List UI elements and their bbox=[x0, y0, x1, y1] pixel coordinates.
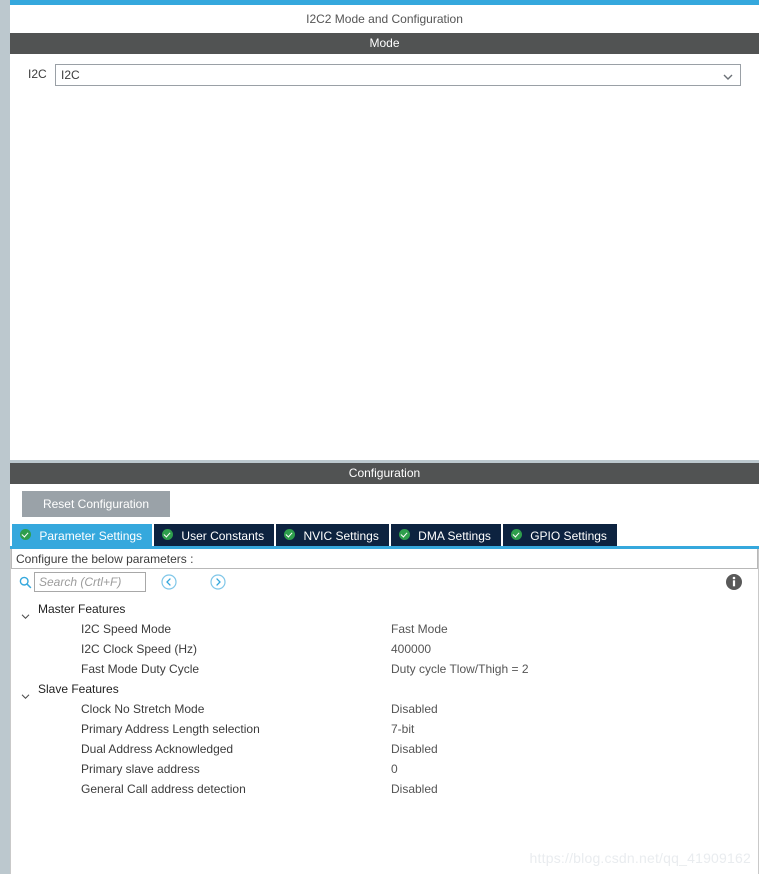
green-check-icon bbox=[162, 529, 174, 541]
search-toolbar bbox=[11, 569, 758, 597]
green-check-icon bbox=[510, 529, 522, 541]
tab-label: Parameter Settings bbox=[39, 528, 143, 543]
page-title: I2C2 Mode and Configuration bbox=[10, 5, 759, 33]
chevron-down-icon bbox=[21, 606, 30, 619]
tab-nvic-settings[interactable]: NVIC Settings bbox=[276, 524, 389, 546]
tree-group-slave-features[interactable]: Slave Features bbox=[11, 679, 758, 699]
peripheral-label: I2C bbox=[28, 67, 47, 81]
mode-body: I2C I2C bbox=[10, 54, 759, 458]
parameter-settings-pane: Configure the below parameters : Search … bbox=[10, 549, 759, 880]
reset-area: Reset Configuration bbox=[10, 484, 759, 524]
param-value: Fast Mode bbox=[391, 622, 448, 636]
table-row[interactable]: Fast Mode Duty Cycle Duty cycle Tlow/Thi… bbox=[11, 659, 758, 679]
watermark: https://blog.csdn.net/qq_41909162 bbox=[529, 850, 751, 866]
parameter-tree: Master Features I2C Speed Mode Fast Mode… bbox=[11, 597, 758, 799]
tree-group-master-features[interactable]: Master Features bbox=[11, 599, 758, 619]
chevron-down-icon bbox=[723, 72, 733, 81]
tab-label: User Constants bbox=[181, 528, 265, 543]
info-icon[interactable] bbox=[725, 573, 743, 591]
table-row[interactable]: General Call address detection Disabled bbox=[11, 779, 758, 799]
param-name: Clock No Stretch Mode bbox=[81, 702, 205, 716]
param-value: Disabled bbox=[391, 742, 438, 756]
chevron-left-circle-icon[interactable] bbox=[161, 574, 177, 590]
param-value: Disabled bbox=[391, 702, 438, 716]
table-row[interactable]: I2C Clock Speed (Hz) 400000 bbox=[11, 639, 758, 659]
table-row[interactable]: I2C Speed Mode Fast Mode bbox=[11, 619, 758, 639]
tab-gpio-settings[interactable]: GPIO Settings bbox=[502, 524, 617, 546]
left-rail bbox=[0, 0, 10, 880]
param-value: Duty cycle Tlow/Thigh = 2 bbox=[391, 662, 529, 676]
mode-section-header: Mode bbox=[10, 33, 759, 54]
tab-user-constants[interactable]: User Constants bbox=[154, 524, 275, 546]
tab-label: NVIC Settings bbox=[303, 528, 379, 543]
group-label: Slave Features bbox=[38, 682, 119, 696]
peripheral-mode-select[interactable]: I2C bbox=[55, 64, 741, 86]
settings-tab-strip: Parameter Settings User Constants NVIC S… bbox=[10, 524, 759, 546]
table-row[interactable]: Primary slave address 0 bbox=[11, 759, 758, 779]
search-icon bbox=[19, 576, 32, 589]
param-name: Primary Address Length selection bbox=[81, 722, 260, 736]
tab-dma-settings[interactable]: DMA Settings bbox=[390, 524, 501, 546]
table-row[interactable]: Clock No Stretch Mode Disabled bbox=[11, 699, 758, 719]
tab-label: DMA Settings bbox=[418, 528, 491, 543]
green-check-icon bbox=[20, 529, 31, 541]
green-check-icon bbox=[284, 529, 296, 541]
param-name: I2C Speed Mode bbox=[81, 622, 172, 636]
reset-configuration-button[interactable]: Reset Configuration bbox=[22, 491, 170, 517]
param-name: General Call address detection bbox=[81, 782, 246, 796]
param-value: Disabled bbox=[391, 782, 438, 796]
peripheral-mode-row: I2C I2C bbox=[10, 64, 759, 87]
param-value: 400000 bbox=[391, 642, 432, 656]
param-name: Fast Mode Duty Cycle bbox=[81, 662, 200, 676]
table-row[interactable]: Primary Address Length selection 7-bit bbox=[11, 719, 758, 739]
param-value: 7-bit bbox=[391, 722, 415, 736]
configuration-panel: Configuration Reset Configuration Parame… bbox=[10, 463, 759, 880]
table-row[interactable]: Dual Address Acknowledged Disabled bbox=[11, 739, 758, 759]
configure-hint: Configure the below parameters : bbox=[11, 549, 758, 569]
search-input[interactable] bbox=[34, 572, 146, 592]
param-name: I2C Clock Speed (Hz) bbox=[81, 642, 198, 656]
tab-parameter-settings[interactable]: Parameter Settings bbox=[12, 524, 153, 546]
bottom-strip bbox=[0, 874, 759, 880]
tab-label: GPIO Settings bbox=[530, 528, 607, 543]
param-value: 0 bbox=[391, 762, 398, 776]
chevron-down-icon bbox=[21, 686, 30, 699]
green-check-icon bbox=[398, 529, 410, 541]
group-label: Master Features bbox=[38, 602, 126, 616]
param-name: Primary slave address bbox=[81, 762, 200, 776]
mode-panel: I2C2 Mode and Configuration Mode I2C I2C bbox=[10, 5, 759, 460]
param-name: Dual Address Acknowledged bbox=[81, 742, 234, 756]
chevron-right-circle-icon[interactable] bbox=[210, 574, 226, 590]
configuration-section-header: Configuration bbox=[10, 463, 759, 484]
peripheral-mode-value: I2C bbox=[61, 68, 80, 82]
